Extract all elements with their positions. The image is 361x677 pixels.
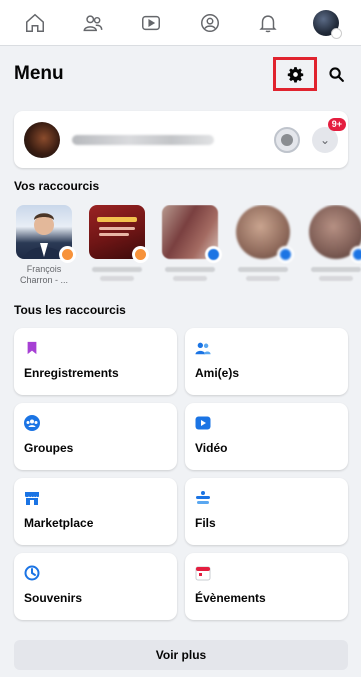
store-icon — [24, 490, 40, 506]
tile-label: Évènements — [195, 591, 266, 605]
shortcut-item[interactable] — [229, 205, 297, 297]
profile-icon[interactable] — [194, 7, 226, 39]
tile-events[interactable]: Évènements — [185, 553, 348, 620]
tile-memories[interactable]: Souvenirs — [14, 553, 177, 620]
blurred-label — [92, 267, 142, 272]
groups-icon — [24, 415, 40, 431]
chevron-down-icon: ⌄ — [319, 132, 331, 147]
shortcut-item[interactable] — [302, 205, 361, 297]
tile-label: Vidéo — [195, 441, 228, 455]
blurred-label — [238, 267, 288, 272]
shortcuts-title: Vos raccourcis — [14, 179, 100, 193]
group-badge-icon — [205, 246, 222, 263]
blurred-label — [165, 267, 215, 272]
shortcut-item[interactable] — [156, 205, 224, 297]
tile-groups[interactable]: Groupes — [14, 403, 177, 470]
blurred-label — [311, 267, 361, 272]
page-badge-icon — [132, 246, 149, 263]
tile-label: Ami(e)s — [195, 366, 240, 380]
tile-feeds[interactable]: Fils — [185, 478, 348, 545]
tile-label: Marketplace — [24, 516, 94, 530]
watch-icon[interactable] — [135, 7, 167, 39]
search-icon — [328, 66, 344, 82]
calendar-icon — [195, 565, 211, 581]
settings-button[interactable] — [273, 57, 317, 91]
feeds-icon — [195, 490, 211, 506]
switch-profile-icon[interactable] — [274, 126, 300, 153]
account-avatar[interactable] — [310, 7, 342, 39]
shortcuts-row: François Charron - ... — [10, 205, 361, 297]
menu-header: Menu — [0, 46, 361, 102]
shortcut-thumbnail — [162, 205, 222, 263]
notification-badge: 9+ — [327, 117, 346, 131]
shortcut-item[interactable] — [83, 205, 151, 297]
gear-icon — [287, 66, 303, 83]
shortcut-thumbnail — [309, 205, 361, 263]
friends-icon[interactable] — [77, 7, 109, 39]
shortcut-thumbnail — [16, 205, 76, 263]
shortcut-thumbnail — [236, 205, 294, 263]
tile-marketplace[interactable]: Marketplace — [14, 478, 177, 545]
notifications-icon[interactable] — [252, 7, 284, 39]
tile-label: Enregistrements — [24, 366, 119, 380]
tile-saved[interactable]: Enregistrements — [14, 328, 177, 395]
memories-icon — [24, 565, 40, 581]
shortcut-item[interactable]: François Charron - ... — [10, 205, 78, 297]
bookmark-icon — [24, 340, 40, 356]
page-title: Menu — [14, 63, 64, 84]
profile-card[interactable]: ⌄ 9+ — [14, 111, 348, 168]
tile-label: Souvenirs — [24, 591, 83, 605]
shortcut-grid: Enregistrements Ami(e)s Groupes Vidéo Ma… — [14, 328, 348, 620]
profile-options-button[interactable]: ⌄ 9+ — [312, 117, 346, 153]
video-icon — [195, 415, 211, 431]
top-navigation — [0, 0, 361, 46]
shortcut-thumbnail — [89, 205, 149, 263]
blurred-label — [173, 276, 207, 281]
tile-label: Fils — [195, 516, 216, 530]
blurred-label — [100, 276, 134, 281]
tile-video[interactable]: Vidéo — [185, 403, 348, 470]
home-icon[interactable] — [19, 7, 51, 39]
tile-friends[interactable]: Ami(e)s — [185, 328, 348, 395]
blurred-label — [246, 276, 280, 281]
friend-badge-icon — [350, 246, 361, 263]
tile-label: Groupes — [24, 441, 74, 455]
avatar — [24, 121, 60, 158]
friends-icon — [195, 340, 211, 356]
profile-name — [72, 134, 214, 145]
all-shortcuts-title: Tous les raccourcis — [14, 303, 126, 317]
see-more-button[interactable]: Voir plus — [14, 640, 348, 670]
shortcut-label: François Charron - ... — [19, 264, 68, 285]
search-button[interactable] — [325, 63, 347, 85]
page-badge-icon — [59, 246, 76, 263]
blurred-label — [319, 276, 353, 281]
friend-badge-icon — [277, 246, 294, 263]
